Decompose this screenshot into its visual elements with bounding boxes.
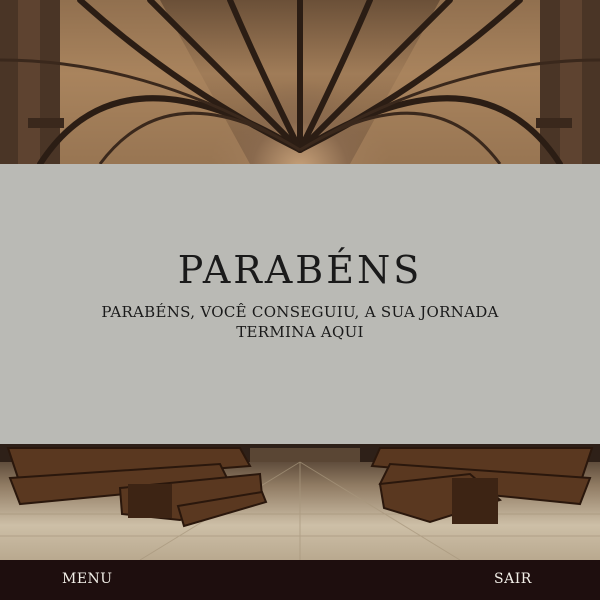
ceiling-vault-illustration [0, 0, 600, 164]
pews-illustration [0, 444, 600, 560]
ending-message-line-2: TERMINA AQUI [236, 323, 364, 341]
exit-button[interactable]: SAIR [494, 571, 532, 587]
church-pews-image [0, 444, 600, 560]
ending-message: PARABÉNS, VOCÊ CONSEGUIU, A SUA JORNADA … [80, 302, 520, 342]
cathedral-ceiling-image [0, 0, 600, 164]
menu-button[interactable]: MENU [62, 571, 113, 587]
ending-message-panel: PARABÉNS PARABÉNS, VOCÊ CONSEGUIU, A SUA… [0, 164, 600, 444]
bottom-nav-bar: MENU SAIR [0, 560, 600, 600]
ending-message-line-1: PARABÉNS, VOCÊ CONSEGUIU, A SUA JORNADA [101, 303, 499, 321]
congratulations-title: PARABÉNS [177, 248, 423, 292]
